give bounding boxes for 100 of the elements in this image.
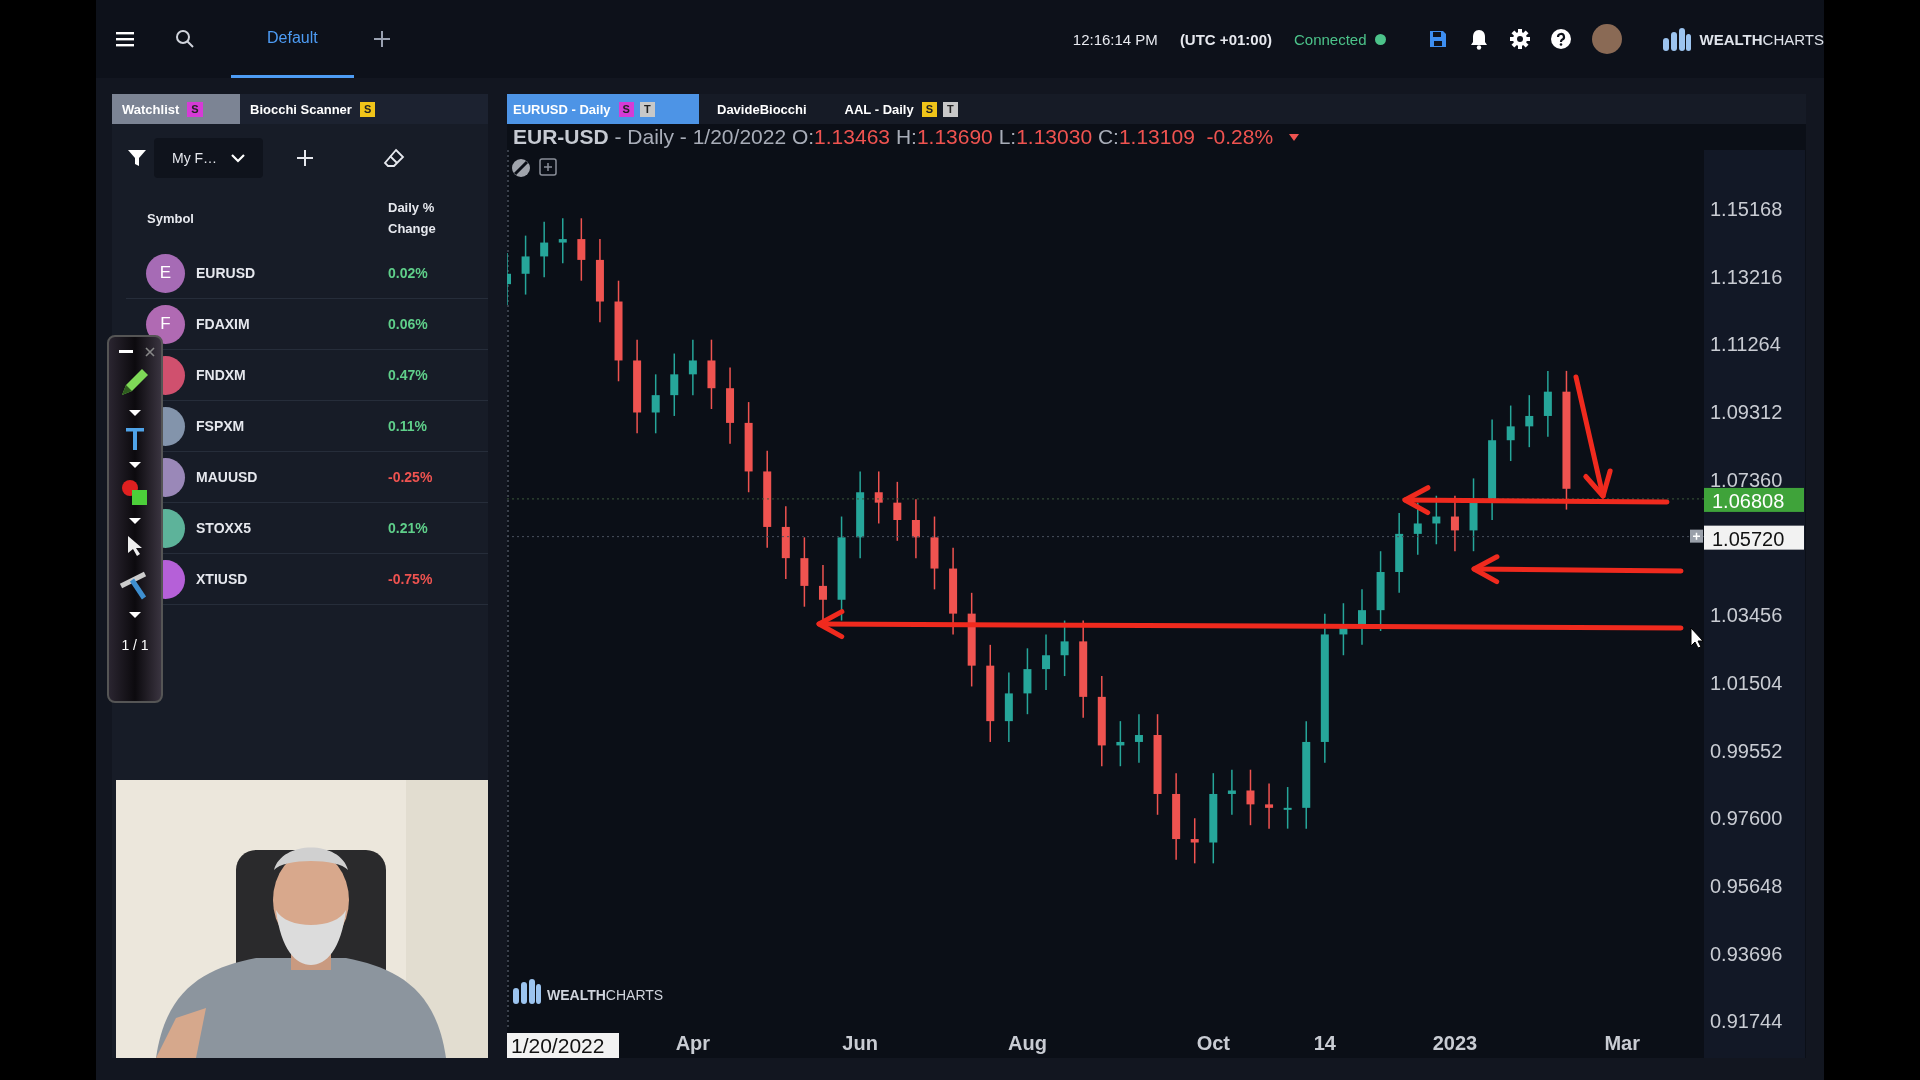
candlestick [507, 252, 511, 306]
candlestick [1190, 817, 1199, 865]
candlestick [1004, 671, 1013, 743]
candlestick [1506, 404, 1515, 462]
symbol-name: FNDXM [196, 367, 246, 383]
price-axis-label: 0.97600 [1710, 807, 1783, 830]
column-header: Daily % Change [388, 199, 437, 238]
panel-tab[interactable]: Watchlist S [112, 94, 240, 124]
menu-icon[interactable] [116, 31, 134, 47]
price-axis-label: 1.03456 [1710, 604, 1783, 627]
filter-icon[interactable] [128, 149, 146, 167]
symbol-name: MAUUSD [196, 469, 258, 485]
symbol-name: FDAXIM [196, 316, 250, 332]
list-dropdown[interactable]: My F… [154, 138, 264, 178]
down-triangle-icon [1289, 133, 1300, 141]
candlestick [1432, 494, 1441, 545]
percent-change: -0.75% [388, 571, 434, 587]
page-counter: 1 / 1 [121, 637, 149, 653]
candlestick [707, 338, 716, 410]
eraser-icon[interactable] [383, 148, 406, 168]
symbol-name: STOXX5 [196, 520, 251, 536]
price-axis-label: 0.93696 [1710, 942, 1783, 965]
price-axis-label: 1.15168 [1710, 198, 1783, 220]
help-icon[interactable] [1550, 29, 1571, 49]
candlestick [911, 498, 920, 559]
add-icon[interactable] [297, 150, 314, 166]
caret-icon[interactable] [128, 409, 142, 417]
candlestick [1413, 501, 1422, 556]
clock-time: 12:16:14 PM [1072, 30, 1158, 48]
percent-change: 0.02% [388, 265, 429, 281]
chevron-down-icon [231, 153, 246, 163]
add-tab-icon[interactable] [373, 31, 390, 47]
connection-status: Connected [1294, 30, 1367, 48]
candlestick [1265, 782, 1274, 830]
column-header: Symbol [147, 210, 194, 226]
candlestick [800, 536, 809, 608]
candlestick [819, 564, 827, 622]
candlestick [1246, 768, 1255, 826]
date-axis-label: Mar [1604, 1032, 1640, 1054]
candlestick [1134, 713, 1143, 764]
percent-change: 0.47% [388, 367, 429, 383]
candlestick [651, 373, 660, 435]
shapes-icon[interactable] [121, 479, 149, 507]
candlestick [1023, 647, 1032, 715]
text-tool-icon[interactable] [125, 427, 145, 451]
candlestick [577, 217, 586, 282]
close-icon[interactable] [145, 347, 155, 357]
price-axis-label: 0.99552 [1710, 739, 1783, 762]
timezone-label: (UTC +01:00) [1179, 30, 1272, 48]
chart-tab[interactable]: AAL - Daily S T [838, 94, 978, 124]
brand-name: WEALTHCHARTS [1699, 30, 1824, 48]
symbol-avatar: E [146, 253, 185, 293]
candlestick [688, 338, 697, 396]
chart-tab[interactable]: DavideBiocchi [711, 94, 827, 124]
expand-icon[interactable] [539, 158, 557, 176]
caret-icon[interactable] [128, 611, 142, 619]
date-axis-label: 14 [1313, 1032, 1336, 1054]
candlestick [1283, 786, 1292, 830]
price-axis-label: 1.09312 [1710, 401, 1783, 424]
logo-icon [1661, 26, 1692, 52]
panel-tab[interactable]: Biocchi Scanner S [240, 94, 386, 124]
candlestick [540, 221, 549, 278]
candlestick [1042, 633, 1050, 691]
caret-icon[interactable] [128, 517, 142, 525]
percent-change: 0.11% [388, 418, 428, 434]
price-axis-label: 0.95648 [1710, 874, 1783, 897]
price-axis-label: 1.11264 [1710, 333, 1781, 356]
tag-badge: T [639, 101, 655, 117]
tag-badge: S [187, 101, 203, 117]
settings-icon[interactable] [1509, 29, 1530, 49]
notification-bell-icon[interactable] [1468, 28, 1489, 50]
hide-drawings-icon[interactable] [511, 158, 531, 178]
search-icon[interactable] [175, 29, 195, 49]
watchlist-row[interactable]: E EURUSD 0.02% [126, 248, 488, 299]
date-axis-label: 2023 [1432, 1032, 1478, 1054]
candlestick [1543, 370, 1552, 438]
symbol-name: XTIUSD [196, 571, 248, 587]
add-alert-icon[interactable] [1690, 529, 1703, 543]
ohlc-legend: EUR-USD - Daily - 1/20/2022 O:1.13463 H:1.13690 L:1.13030 C:1.13109 -0.28% [513, 125, 1274, 149]
candlestick [1116, 720, 1125, 767]
symbol-avatar: F [146, 304, 185, 344]
chart-tab[interactable]: EURUSD - Daily S T [507, 94, 699, 124]
candlestick [874, 470, 883, 525]
symbol-name: EURUSD [196, 265, 256, 281]
watermark-text: WEALTHCHARTS [547, 987, 664, 1003]
cursor-icon[interactable] [127, 535, 143, 557]
candlestick [893, 481, 902, 542]
crosshair-price-label: 1.05720 [1704, 525, 1804, 550]
date-axis-label: Jun [842, 1032, 878, 1054]
user-avatar[interactable] [1591, 24, 1622, 54]
last-price-label: 1.06808 [1704, 487, 1804, 512]
save-icon[interactable] [1427, 29, 1448, 49]
candlestick [1339, 602, 1348, 656]
candlestick [670, 352, 679, 417]
candlestick [1358, 588, 1366, 646]
caret-icon[interactable] [128, 461, 142, 469]
candlestick [1227, 768, 1236, 816]
tag-badge: T [943, 101, 958, 117]
date-axis-label: Aug [1008, 1032, 1047, 1054]
layout-tab[interactable]: Default [231, 0, 354, 78]
